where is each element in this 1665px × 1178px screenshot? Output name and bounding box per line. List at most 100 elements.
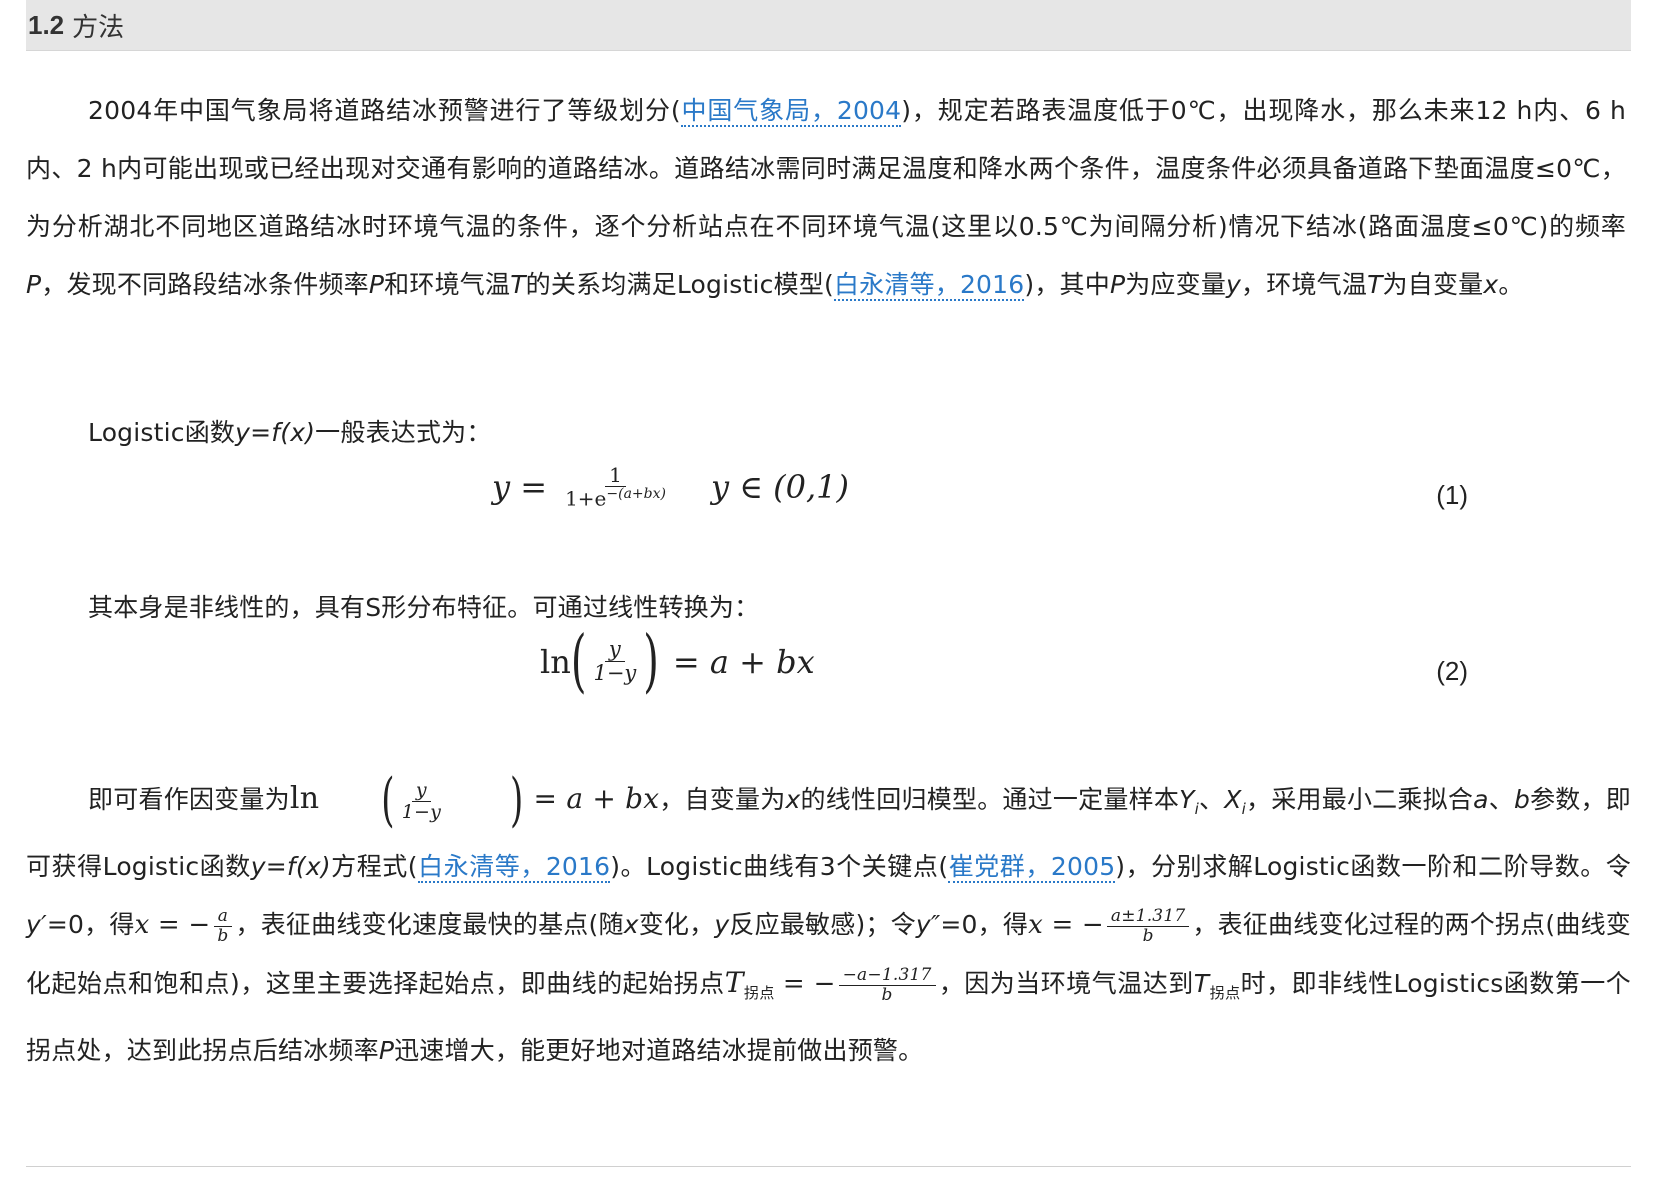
var-t: T xyxy=(1193,969,1210,998)
text: =0，得 xyxy=(940,910,1029,939)
equation-1-number: (1) xyxy=(1436,480,1468,510)
section-heading: 1.2 方法 xyxy=(26,0,1631,51)
text: ，因为当环境气温达到 xyxy=(938,969,1194,998)
inline-x-eq: x = − xyxy=(1028,910,1104,940)
inline-fraction: a±1.317 b xyxy=(1106,907,1190,946)
inline-fraction: −a−1.317 b xyxy=(838,966,936,1005)
paragraph-nonlinear: 其本身是非线性的，具有S形分布特征。可通过线性转换为： xyxy=(26,579,1626,637)
left-paren: ( xyxy=(381,767,395,835)
function-expr: y=f(x) xyxy=(250,852,331,881)
bottom-divider xyxy=(26,1166,1631,1167)
text: 即可看作因变量为 xyxy=(88,785,290,814)
equation-2-number: (2) xyxy=(1436,656,1468,686)
text: )。Logistic曲线有3个关键点( xyxy=(610,852,949,881)
frac-denominator: 1−y xyxy=(401,800,442,823)
text: 迅速增大，能更好地对道路结冰提前做出预警。 xyxy=(394,1036,924,1065)
text: 方程式( xyxy=(330,852,418,881)
eq1-den-base: 1+e xyxy=(565,486,607,511)
frac-numerator: y xyxy=(411,779,431,802)
subscript-inflection: 拐点 xyxy=(1209,984,1241,1002)
var-y-cap: Y xyxy=(1179,785,1195,814)
text: ，采用最小二乘拟合 xyxy=(1245,785,1474,814)
text: 、 xyxy=(1198,785,1225,814)
paragraph-logistic-intro: Logistic函数y=f(x)一般表达式为： xyxy=(26,404,1626,462)
inline-rhs: = a + bx xyxy=(533,782,660,815)
citation-link[interactable]: 白永清等，2016 xyxy=(833,270,1025,301)
eq2-rhs: = a + bx xyxy=(672,642,815,681)
citation-link[interactable]: 白永清等，2016 xyxy=(417,852,611,883)
right-paren: ) xyxy=(643,622,659,701)
text: 为应变量 xyxy=(1125,270,1227,299)
text: ，发现不同路段结冰条件频率 xyxy=(41,270,369,299)
equation-1: y = 1 1+e−(a+bx) y ∈ (0,1) (1) xyxy=(26,458,1631,528)
text: Logistic函数 xyxy=(88,418,236,447)
section-title: 方法 xyxy=(72,12,125,43)
frac-denominator: b xyxy=(881,984,893,1005)
page-margin-right xyxy=(1647,0,1665,1178)
paragraph-method-intro: 2004年中国气象局将道路结冰预警进行了等级划分(中国气象局，2004)，规定若… xyxy=(26,82,1626,314)
var-p: P xyxy=(26,270,42,299)
equation-2: ln ( y 1−y ) = a + bx (2) xyxy=(26,622,1631,714)
var-y-double-prime: y″ xyxy=(915,910,941,939)
var-t: T xyxy=(510,270,526,299)
var-t: T xyxy=(1367,270,1383,299)
text: 变化， xyxy=(638,910,715,939)
inline-ln: ln xyxy=(289,781,320,816)
frac-numerator: −a−1.317 xyxy=(838,966,936,986)
eq2-denominator: 1−y xyxy=(593,661,637,686)
var-x: x xyxy=(623,910,639,939)
text: 的线性回归模型。通过一定量样本 xyxy=(800,785,1180,814)
var-a: a xyxy=(1473,785,1489,814)
eq2-ln: ln xyxy=(540,642,571,681)
text: =0，得 xyxy=(46,910,135,939)
article-section: 1.2 方法 2004年中国气象局将道路结冰预警进行了等级划分(中国气象局，20… xyxy=(26,0,1631,1065)
eq1-numerator: 1 xyxy=(605,464,626,487)
frac-denominator: b xyxy=(217,925,229,946)
var-y-prime: y′ xyxy=(26,910,47,939)
text: 2004年中国气象局将道路结冰预警进行了等级划分( xyxy=(88,96,681,125)
eq2-fraction: y 1−y xyxy=(589,637,640,686)
var-x: x xyxy=(785,785,801,814)
text: 一般表达式为： xyxy=(315,418,492,447)
var-t: T xyxy=(724,966,744,999)
eq1-condition: y ∈ (0,1) xyxy=(710,467,849,506)
text: )，分别求解Logistic函数一阶和二阶导数。令 xyxy=(1115,852,1631,881)
equation-1-body: y = 1 1+e−(a+bx) y ∈ (0,1) xyxy=(492,464,849,510)
var-b: b xyxy=(1513,785,1531,814)
text: 的关系均满足Logistic模型( xyxy=(525,270,834,299)
text: 和环境气温 xyxy=(384,270,511,299)
citation-link[interactable]: 崔党群，2005 xyxy=(948,852,1116,883)
inline-eq: = − xyxy=(782,969,836,999)
citation-link[interactable]: 中国气象局，2004 xyxy=(680,96,902,127)
var-y: y xyxy=(714,910,730,939)
text: )，其中 xyxy=(1024,270,1110,299)
text: ，环境气温 xyxy=(1241,270,1368,299)
var-x: x xyxy=(1483,270,1499,299)
var-p: P xyxy=(1109,270,1126,299)
text: 反应最敏感)；令 xyxy=(729,910,916,939)
function-expr: y=f(x) xyxy=(235,418,316,447)
eq1-exponent: −(a+bx) xyxy=(606,486,666,502)
var-x-cap: X xyxy=(1224,785,1242,814)
text: ，自变量为 xyxy=(659,785,786,814)
text: 其本身是非线性的，具有S形分布特征。可通过线性转换为： xyxy=(88,593,760,622)
frac-denominator: b xyxy=(1142,925,1154,946)
text: 为自变量 xyxy=(1382,270,1484,299)
var-y: y xyxy=(1226,270,1242,299)
left-paren: ( xyxy=(570,622,587,701)
text: ，表征曲线变化速度最快的基点(随 xyxy=(235,910,624,939)
equation-2-body: ln ( y 1−y ) = a + bx xyxy=(540,622,815,700)
eq1-fraction: 1 1+e−(a+bx) xyxy=(561,464,670,510)
inline-x-eq: x = − xyxy=(134,910,211,940)
text: 。 xyxy=(1498,270,1524,299)
text: 、 xyxy=(1488,785,1514,814)
var-p: P xyxy=(378,1036,395,1065)
frac-numerator: a xyxy=(213,907,233,927)
inline-fraction: y 1−y xyxy=(398,779,445,823)
subscript-inflection: 拐点 xyxy=(743,984,775,1002)
var-p: P xyxy=(368,270,385,299)
eq1-lhs: y = xyxy=(492,467,548,506)
section-number: 1.2 xyxy=(28,9,65,40)
inline-fraction: ab xyxy=(213,907,233,946)
paragraph-regression: 即可看作因变量为ln(y 1−y) = a + bx，自变量为x的线性回归模型。通过… xyxy=(26,767,1631,1080)
